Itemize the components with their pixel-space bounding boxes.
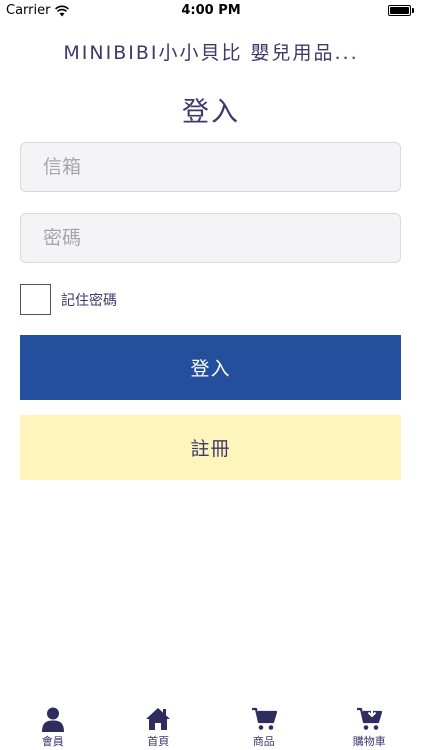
page-title: 登入 [182,97,240,128]
password-field[interactable] [20,213,401,263]
home-icon [146,708,171,730]
email-field[interactable] [20,142,401,192]
tab-bar: 會員 首頁 商品 購物車 [0,704,422,750]
tab-label: 購物車 [352,735,386,748]
remember-password-label[interactable]: 記住密碼 [61,290,117,310]
remember-password-row: 記住密碼 [20,284,117,315]
remember-password-checkbox[interactable] [20,284,51,315]
tab-home[interactable]: 首頁 [106,704,212,750]
nav-title: MINIBIBI小小貝比 嬰兒用品... [63,42,359,64]
battery-icon [388,5,414,16]
tab-cart[interactable]: 購物車 [317,704,422,750]
tab-label: 首頁 [147,735,170,748]
tab-member[interactable]: 會員 [0,704,106,750]
status-time: 4:00 PM [181,3,241,18]
cart-download-icon [357,707,383,730]
login-button[interactable]: 登入 [20,335,401,400]
cart-icon [251,707,277,730]
login-screen: Carrier 4:00 PM MINIBIBI小小貝比 嬰兒用品... 登入 … [0,0,422,750]
tab-label: 會員 [41,735,64,748]
tab-label: 商品 [252,735,275,748]
status-bar: Carrier 4:00 PM [0,0,422,22]
tab-products[interactable]: 商品 [211,704,317,750]
member-icon [41,707,64,732]
register-button[interactable]: 註冊 [20,415,401,480]
